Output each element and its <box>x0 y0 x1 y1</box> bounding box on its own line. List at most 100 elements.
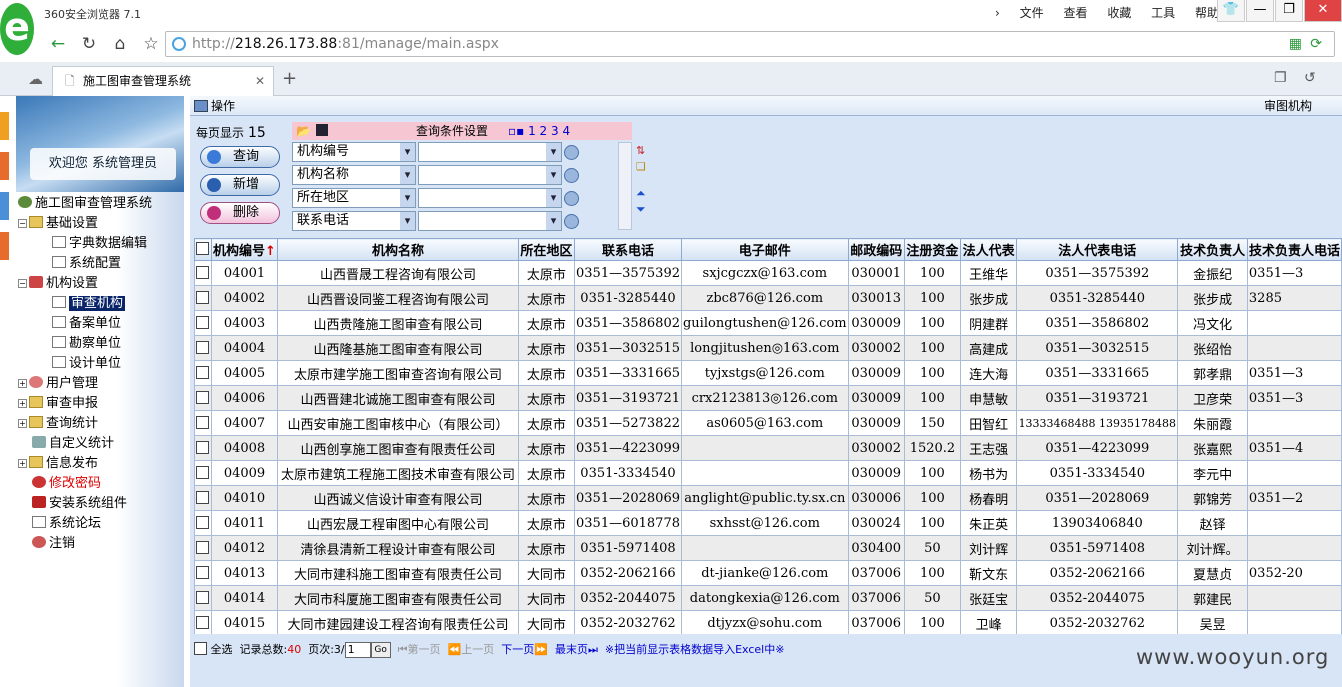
tab-list-icon[interactable]: ❐ <box>1274 70 1287 86</box>
side-tool-icon[interactable] <box>0 152 9 180</box>
new-tab-icon[interactable]: + <box>282 68 297 89</box>
col-postcode[interactable]: 邮政编码 <box>847 238 905 261</box>
expand-icon[interactable]: + <box>18 379 27 388</box>
table-row[interactable]: 04013 大同市建科施工图审查有限责任公司 大同市 0352-2062166 dt-j… <box>194 560 1342 586</box>
last-page-link[interactable]: 最末页⏭ <box>555 643 598 656</box>
refresh-icon[interactable]: ↻ <box>77 32 101 56</box>
move-down-icon[interactable]: ⏷ <box>636 202 646 217</box>
menu-help[interactable]: 帮助 <box>1195 6 1219 20</box>
go-button[interactable]: Go <box>370 642 391 658</box>
row-checkbox[interactable] <box>196 390 210 404</box>
table-row[interactable]: 04011 山西宏晟工程审图中心有限公司 太原市 0351—6018778 sxhsst… <box>194 510 1342 536</box>
nav-review-org[interactable]: 审查机构 <box>16 294 184 314</box>
field-value-input[interactable] <box>418 188 562 208</box>
col-org-code[interactable]: 机构编号↑ <box>210 238 279 261</box>
nav-query-stats[interactable]: + 查询统计 <box>16 414 184 434</box>
nav-filing-unit[interactable]: 备案单位 <box>16 314 184 334</box>
row-checkbox[interactable] <box>196 290 210 304</box>
condition-go-icon[interactable] <box>564 191 579 206</box>
nav-org-settings[interactable]: − 机构设置 <box>16 274 184 294</box>
select-header[interactable] <box>194 238 212 261</box>
search-button[interactable]: 查询 <box>200 146 280 168</box>
row-checkbox[interactable] <box>196 465 210 479</box>
undo-close-icon[interactable]: ↺ <box>1304 70 1316 86</box>
row-checkbox[interactable] <box>196 415 210 429</box>
menu-arrow-icon[interactable]: › <box>995 6 1000 20</box>
row-checkbox[interactable] <box>196 315 210 329</box>
nav-root[interactable]: 施工图审查管理系统 <box>16 194 184 214</box>
condition-go-icon[interactable] <box>564 145 579 160</box>
table-row[interactable]: 04012 清徐县清新工程设计审查有限公司 太原市 0351-5971408 03040… <box>194 535 1342 561</box>
prev-page-link[interactable]: ⏪上一页 <box>448 643 495 656</box>
expand-icon[interactable]: + <box>18 399 27 408</box>
col-phone[interactable]: 联系电话 <box>574 238 682 261</box>
row-checkbox[interactable] <box>196 590 210 604</box>
condition-page-links[interactable]: 1 2 3 4 <box>528 124 570 138</box>
page-input[interactable]: 1 <box>344 642 371 658</box>
conditions-scrollbar[interactable] <box>618 142 632 230</box>
minimize-icon[interactable]: — <box>1246 0 1274 22</box>
table-row[interactable]: 04005 太原市建学施工图审查咨询有限公司 太原市 0351—3331665 tyjx… <box>194 360 1342 386</box>
table-row[interactable]: 04010 山西诚义信设计审查有限公司 太原市 0351—2028069 angligh… <box>194 485 1342 511</box>
col-email[interactable]: 电子邮件 <box>680 238 849 261</box>
move-up-icon[interactable]: ⏶ <box>636 186 646 201</box>
home-icon[interactable]: ⌂ <box>108 32 132 56</box>
field-value-input[interactable] <box>418 165 562 185</box>
maximize-icon[interactable]: ❐ <box>1275 0 1303 22</box>
side-tool-icon[interactable] <box>0 112 9 140</box>
nav-basic-settings[interactable]: − 基础设置 <box>16 214 184 234</box>
condition-go-icon[interactable] <box>564 214 579 229</box>
row-checkbox[interactable] <box>196 540 210 554</box>
field-select[interactable]: 机构名称 <box>292 165 416 185</box>
side-tool-icon[interactable] <box>0 192 9 220</box>
next-page-link[interactable]: 下一页⏩ <box>501 643 548 656</box>
table-row[interactable]: 04014 大同市科厦施工图审查有限责任公司 大同市 0352-2044075 dato… <box>194 585 1342 611</box>
menu-view[interactable]: 查看 <box>1063 6 1087 20</box>
delete-button[interactable]: 删除 <box>200 202 280 224</box>
back-icon[interactable]: ← <box>46 32 70 56</box>
header-checkbox[interactable] <box>196 242 210 255</box>
tab-active[interactable]: 🗋 施工图审查管理系统 ✕ <box>52 66 274 96</box>
col-region[interactable]: 所在地区 <box>517 238 576 261</box>
field-select[interactable]: 联系电话 <box>292 211 416 231</box>
field-value-input[interactable] <box>418 211 562 231</box>
expand-icon[interactable]: + <box>18 419 27 428</box>
nav-review-apply[interactable]: + 审查申报 <box>16 394 184 414</box>
nav-design-unit[interactable]: 设计单位 <box>16 354 184 374</box>
speed-icon[interactable]: ⟳ <box>1310 32 1322 56</box>
menu-favorites[interactable]: 收藏 <box>1107 6 1131 20</box>
col-legal-rep-phone[interactable]: 法人代表电话 <box>1016 238 1179 261</box>
col-capital[interactable]: 注册资金 <box>903 238 962 261</box>
nav-custom-stats[interactable]: 自定义统计 <box>16 434 184 454</box>
col-legal-rep[interactable]: 法人代表 <box>960 238 1018 261</box>
per-page-value[interactable]: 15 <box>248 125 266 141</box>
swap-icon[interactable]: ⇅ <box>636 144 645 157</box>
table-row[interactable]: 04007 山西安审施工图审核中心（有限公司） 太原市 0351—5273822 as0… <box>194 410 1342 436</box>
row-checkbox[interactable] <box>196 365 210 379</box>
cloud-icon[interactable]: ☁ <box>28 70 43 88</box>
condition-pages[interactable]: ▫▪ 1 2 3 4 <box>508 122 570 140</box>
field-select[interactable]: 机构编号 <box>292 142 416 162</box>
skin-icon[interactable]: 👕 <box>1217 0 1245 22</box>
nav-survey-unit[interactable]: 勘察单位 <box>16 334 184 354</box>
col-tech-lead-phone[interactable]: 技术负责人电话 <box>1246 238 1342 261</box>
nav-user-mgmt[interactable]: + 用户管理 <box>16 374 184 394</box>
add-button[interactable]: 新增 <box>200 174 280 196</box>
close-window-icon[interactable]: ✕ <box>1304 0 1342 22</box>
open-folder-icon[interactable]: 📂 <box>296 122 311 140</box>
tab-close-icon[interactable]: ✕ <box>255 67 265 95</box>
col-org-name[interactable]: 机构名称 <box>277 238 519 261</box>
field-select[interactable]: 所在地区 <box>292 188 416 208</box>
table-row[interactable]: 04015 大同市建园建设工程咨询有限责任公司 大同市 0352-2032762 dtj… <box>194 610 1342 634</box>
row-checkbox[interactable] <box>196 565 210 579</box>
row-checkbox[interactable] <box>196 265 210 279</box>
table-row[interactable]: 04006 山西晋建北诚施工图审查有限公司 太原市 0351—3193721 crx21… <box>194 385 1342 411</box>
collapse-icon[interactable]: − <box>18 219 27 228</box>
select-all-checkbox[interactable] <box>194 642 207 655</box>
expand-icon[interactable]: + <box>18 459 27 468</box>
nav-system-config[interactable]: 系统配置 <box>16 254 184 274</box>
table-row[interactable]: 04009 太原市建筑工程施工图技术审查有限公司 太原市 0351-3334540 03… <box>194 460 1342 486</box>
nav-forum[interactable]: 系统论坛 <box>16 514 184 534</box>
side-tool-icon[interactable] <box>0 232 9 260</box>
save-icon[interactable] <box>316 124 328 136</box>
